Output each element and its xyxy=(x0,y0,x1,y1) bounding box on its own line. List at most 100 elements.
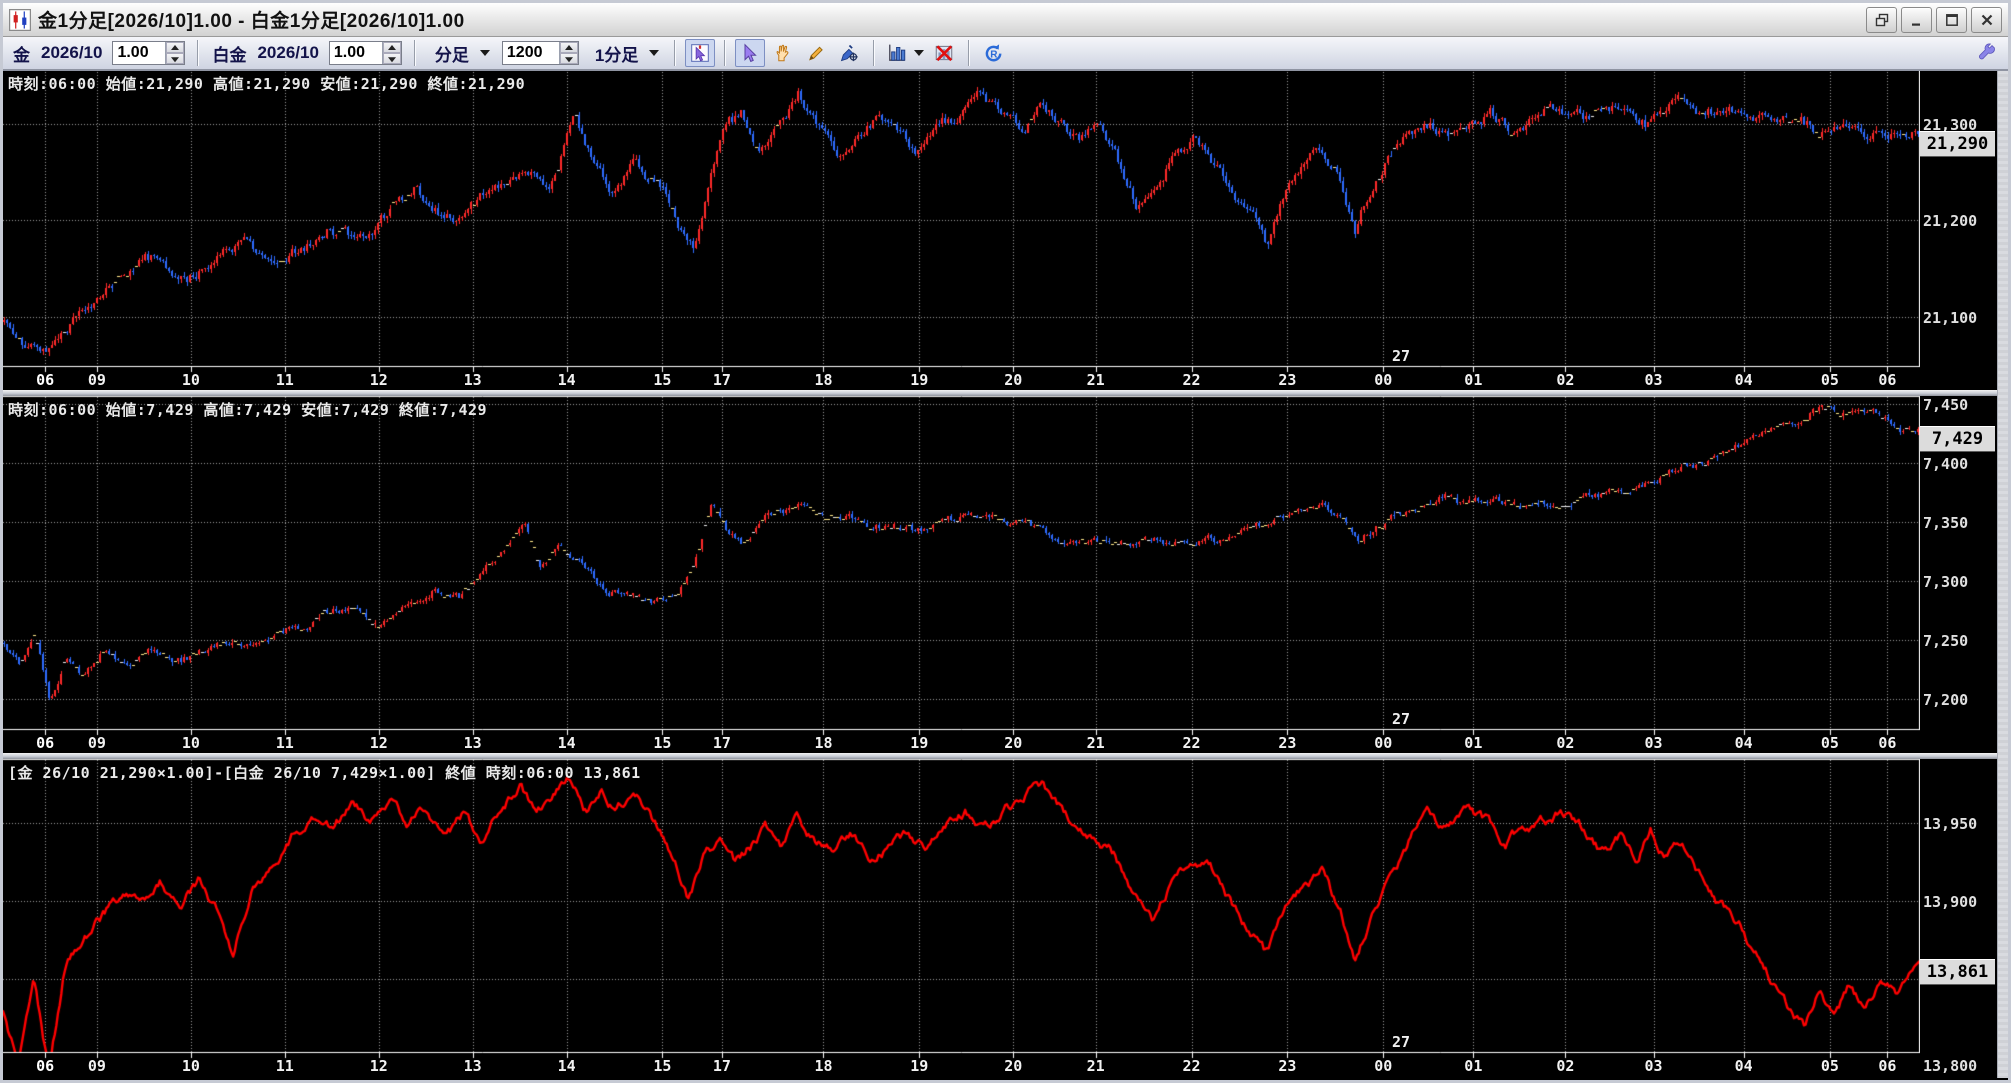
clear-chart-icon xyxy=(934,43,954,63)
x-axis-label: 19 xyxy=(904,371,934,389)
x-axis-label: 12 xyxy=(364,371,394,389)
clear-chart-button[interactable] xyxy=(929,39,959,67)
x-axis-label: 01 xyxy=(1458,371,1488,389)
x-axis-label: 00 xyxy=(1368,734,1398,752)
platinum-multiplier-spin-buttons xyxy=(382,42,401,64)
gold-multiplier-spinner xyxy=(112,41,185,65)
x-axis-label: 09 xyxy=(82,1057,112,1075)
x-axis-label: 20 xyxy=(998,371,1028,389)
x-axis-label: 22 xyxy=(1177,371,1207,389)
cursor-icon xyxy=(740,43,760,63)
x-axis-label: 06 xyxy=(1872,734,1902,752)
x-axis-label: 00 xyxy=(1368,371,1398,389)
bar-count-up-button[interactable] xyxy=(560,42,578,53)
float-window-button[interactable] xyxy=(1866,7,1897,33)
x-axis-label: 17 xyxy=(707,734,737,752)
x-axis-label: 11 xyxy=(270,734,300,752)
platinum-last-price-tag: 7,429 xyxy=(1920,426,1995,452)
day-marker: 27 xyxy=(1392,347,1410,365)
minimize-icon xyxy=(1909,12,1925,28)
period-dropdown[interactable]: 1分足 xyxy=(585,40,665,66)
x-axis-label: 14 xyxy=(552,1057,582,1075)
chevron-down-icon xyxy=(914,50,924,56)
x-axis-label: 15 xyxy=(647,371,677,389)
price-axis-gutter: 21,290 7,429 13,861 13,800 21,30021,2002… xyxy=(1920,71,1997,1078)
x-axis-label: 18 xyxy=(808,371,838,389)
chart-type-button[interactable] xyxy=(884,39,926,67)
x-axis-label: 06 xyxy=(1872,371,1902,389)
x-axis-label: 06 xyxy=(30,371,60,389)
x-axis-label: 19 xyxy=(904,1057,934,1075)
x-axis-label: 13 xyxy=(458,371,488,389)
close-button[interactable] xyxy=(1971,7,2002,33)
bar-count-spinner xyxy=(502,41,579,65)
bar-count-input[interactable] xyxy=(503,42,559,64)
gold-x-axis: 0609101112131415171819202122230001020304… xyxy=(3,366,1920,390)
maximize-button[interactable] xyxy=(1936,7,1967,33)
platinum-multiplier-up-button[interactable] xyxy=(383,42,401,53)
minimize-button[interactable] xyxy=(1901,7,1932,33)
chevron-down-icon xyxy=(649,50,659,56)
gold-multiplier-input[interactable] xyxy=(113,42,165,64)
toolbar: 金 2026/10 白金 2026/10 分足 1分足 xyxy=(3,37,2008,71)
y-axis-label: 7,300 xyxy=(1923,573,1968,591)
right-scroll-strip[interactable] xyxy=(1997,71,2008,1078)
x-axis-label: 10 xyxy=(176,371,206,389)
kline-panel-button[interactable] xyxy=(685,39,715,67)
refresh-button[interactable]: R xyxy=(979,39,1009,67)
x-axis-label: 03 xyxy=(1639,734,1669,752)
x-axis-label: 05 xyxy=(1815,371,1845,389)
x-axis-label: 09 xyxy=(82,371,112,389)
candlestick-app-icon xyxy=(9,9,31,31)
hand-icon xyxy=(773,43,793,63)
wrench-icon xyxy=(1977,43,1997,63)
bar-type-label: 分足 xyxy=(435,41,469,66)
titlebar[interactable]: 金1分足[2026/10]1.00 - 白金1分足[2026/10]1.00 xyxy=(3,3,2008,37)
x-axis-label: 10 xyxy=(176,1057,206,1075)
settings-wrench-button[interactable] xyxy=(1972,39,2002,67)
pen-crosshair-tool-button[interactable] xyxy=(834,39,864,67)
window-title: 金1分足[2026/10]1.00 - 白金1分足[2026/10]1.00 xyxy=(38,6,1862,33)
platinum-panel-info: 時刻:06:00 始値:7,429 高値:7,429 安値:7,429 終値:7… xyxy=(8,399,487,420)
x-axis-label: 13 xyxy=(458,1057,488,1075)
gold-month-label: 2026/10 xyxy=(41,43,102,63)
toolbar-separator xyxy=(674,40,676,66)
toolbar-separator xyxy=(414,40,416,66)
gold-multiplier-down-button[interactable] xyxy=(166,53,184,64)
x-axis-label: 04 xyxy=(1729,1057,1759,1075)
platinum-x-axis: 0609101112131415171819202122230001020304… xyxy=(3,729,1920,753)
x-axis-label: 06 xyxy=(30,734,60,752)
pencil-tool-button[interactable] xyxy=(801,39,831,67)
gold-last-price-tag: 21,290 xyxy=(1920,131,1995,157)
toolbar-separator xyxy=(873,40,875,66)
x-axis-label: 18 xyxy=(808,734,838,752)
app-window: 金1分足[2026/10]1.00 - 白金1分足[2026/10]1.00 金… xyxy=(0,0,2011,1083)
hand-tool-button[interactable] xyxy=(768,39,798,67)
platinum-multiplier-input[interactable] xyxy=(330,42,382,64)
panel-separator[interactable] xyxy=(3,390,2008,396)
x-axis-label: 12 xyxy=(364,1057,394,1075)
spread-panel-info: [金 26/10 21,290×1.00]-[白金 26/10 7,429×1.… xyxy=(8,762,641,783)
y-axis-label: 7,200 xyxy=(1923,691,1968,709)
panel-separator[interactable] xyxy=(3,753,2008,759)
platinum-multiplier-down-button[interactable] xyxy=(383,53,401,64)
float-window-icon xyxy=(1874,12,1890,28)
bar-type-dropdown[interactable]: 分足 xyxy=(425,40,496,66)
chart-area: 時刻:06:00 始値:21,290 高値:21,290 安値:21,290 終… xyxy=(3,71,2008,1078)
x-axis-label: 01 xyxy=(1458,734,1488,752)
spread-last-price-tag: 13,861 xyxy=(1920,959,1995,985)
x-axis-label: 23 xyxy=(1272,734,1302,752)
gold-multiplier-up-button[interactable] xyxy=(166,42,184,53)
x-axis-label: 06 xyxy=(30,1057,60,1075)
cursor-tool-button[interactable] xyxy=(735,39,765,67)
toolbar-separator xyxy=(724,40,726,66)
x-axis-label: 21 xyxy=(1081,1057,1111,1075)
x-axis-label: 17 xyxy=(707,1057,737,1075)
bar-count-down-button[interactable] xyxy=(560,53,578,64)
x-axis-label: 03 xyxy=(1639,371,1669,389)
price-plot-canvas[interactable] xyxy=(3,71,1920,1078)
x-axis-label: 02 xyxy=(1550,734,1580,752)
x-axis-label: 14 xyxy=(552,371,582,389)
x-axis-label: 23 xyxy=(1272,371,1302,389)
platinum-symbol-label: 白金 xyxy=(212,41,246,66)
